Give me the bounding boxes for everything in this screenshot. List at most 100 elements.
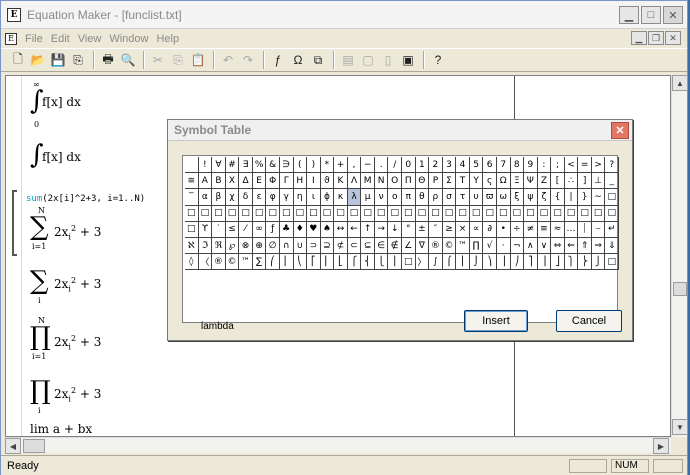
symbol-cell[interactable]: ⎛ <box>266 254 280 271</box>
symbol-cell[interactable]: ⌡ <box>469 254 484 271</box>
symbol-cell[interactable]: ÷ <box>510 221 525 238</box>
symbol-cell[interactable]: ∧ <box>524 238 538 255</box>
doc-minimize-button[interactable]: ▁ <box>631 31 647 45</box>
symbol-cell[interactable]: θ <box>415 189 430 206</box>
symbol-cell[interactable]: ⁄ <box>239 221 253 238</box>
symbol-cell[interactable]: ⎣ <box>334 254 348 271</box>
symbol-cell[interactable]: ℵ <box>185 238 199 255</box>
symbol-cell[interactable]: □ <box>266 205 280 222</box>
symbol-cell[interactable]: ° <box>402 221 416 238</box>
symbol-cell[interactable]: □ <box>456 205 470 222</box>
symbol-cell[interactable]: Θ <box>415 173 430 190</box>
symbol-cell[interactable]: = <box>578 157 592 174</box>
symbol-cell[interactable]: ∉ <box>388 238 402 255</box>
symbol-cell[interactable]: ? <box>605 157 619 174</box>
symbol-cell[interactable]: : <box>537 157 552 174</box>
symbol-cell[interactable]: . <box>374 157 389 174</box>
symbol-cell[interactable]: ⇒ <box>591 238 606 255</box>
symbol-cell[interactable]: η <box>293 189 308 206</box>
symbol-cell[interactable]: } <box>578 189 592 206</box>
symbol-cell[interactable]: 8 <box>510 157 525 174</box>
menu-file[interactable]: File <box>25 33 43 45</box>
paste-icon[interactable]: 📋 <box>189 51 207 69</box>
symbol-cell[interactable]: □ <box>320 205 335 222</box>
symbol-cell[interactable]: & <box>266 157 280 174</box>
symbol-cell[interactable]: # <box>225 157 240 174</box>
symbol-cell[interactable]: ≠ <box>524 221 538 238</box>
doc-restore-button[interactable]: ❐ <box>648 31 664 45</box>
scroll-down-icon[interactable]: ▼ <box>672 419 688 435</box>
menu-edit[interactable]: Edit <box>51 33 70 45</box>
symbol-cell[interactable]: φ <box>266 189 280 206</box>
symbol-cell[interactable]: + <box>334 157 348 174</box>
symbol-cell[interactable]: Τ <box>456 173 470 190</box>
toggle-icon[interactable]: ▣ <box>399 51 417 69</box>
symbol-cell[interactable]: ∠ <box>402 238 416 255</box>
symbol-cell[interactable]: , <box>347 157 362 174</box>
symbol-cell[interactable]: ϒ <box>198 221 213 238</box>
symbol-cell[interactable]: □ <box>347 205 362 222</box>
page2-icon[interactable]: ▯ <box>379 51 397 69</box>
symbol-cell[interactable]: 2 <box>429 157 443 174</box>
symbol-cell[interactable]: ∂ <box>483 221 497 238</box>
symbol-cell[interactable]: Υ <box>469 173 484 190</box>
symbol-cell[interactable]: © <box>442 238 457 255</box>
symbol-cell[interactable]: ⊥ <box>591 173 606 190</box>
symbol-cell[interactable]: ƒ <box>266 221 280 238</box>
symbol-cell[interactable]: ± <box>415 221 430 238</box>
symbol-cell[interactable]: Ι <box>307 173 321 190</box>
menu-view[interactable]: View <box>78 33 102 45</box>
symbol-cell[interactable]: Ο <box>388 173 402 190</box>
symbol-cell[interactable]: λ <box>347 189 362 206</box>
symbol-cell[interactable]: ⇑ <box>578 238 592 255</box>
open-file-icon[interactable]: 📂 <box>29 51 47 69</box>
symbol-cell[interactable]: ⎩ <box>374 254 389 271</box>
symbol-cell[interactable]: % <box>252 157 267 174</box>
symbol-cell[interactable]: ↑ <box>361 221 375 238</box>
symbol-cell[interactable]: ⇔ <box>551 238 565 255</box>
symbol-cell[interactable]: _ <box>605 173 619 190</box>
symbol-cell[interactable]: ∑ <box>252 254 267 271</box>
equation-limit[interactable]: lim a + bx <box>30 422 92 436</box>
function-icon[interactable]: ƒ <box>269 51 287 69</box>
symbol-cell[interactable]: ∩ <box>279 238 294 255</box>
symbol-cell[interactable]: Ν <box>374 173 389 190</box>
symbol-cell[interactable]: Π <box>402 173 416 190</box>
page-icon[interactable]: ▢ <box>359 51 377 69</box>
insert-button[interactable]: Insert <box>464 310 528 332</box>
symbol-grid[interactable]: lambda ! ∀ # ∃% & ∋() * +, −./0 1 2 3 4 5 6 7 8 9:; < = >? ≅ Α… <box>182 155 619 332</box>
symbol-cell[interactable]: ¬ <box>510 238 525 255</box>
symbol-cell[interactable]: ↵ <box>605 221 619 238</box>
symbol-cell[interactable]: □ <box>415 205 430 222</box>
symbol-cell[interactable]: ϕ <box>320 189 335 206</box>
formula-source-text[interactable]: sum(2x[i]^2+3, i=1..N) <box>26 194 145 204</box>
symbol-cell[interactable]: Ξ <box>510 173 525 190</box>
symbol-cell[interactable]: > <box>591 157 606 174</box>
symbol-cell[interactable]: ⎠ <box>510 254 525 271</box>
symbol-cell[interactable]: γ <box>279 189 294 206</box>
symbol-cell[interactable]: / <box>388 157 402 174</box>
symbol-cell[interactable]: 0 <box>402 157 416 174</box>
symbol-cell[interactable]: ⎟ <box>496 254 511 271</box>
symbol-cell[interactable]: ψ <box>524 189 538 206</box>
symbol-cell[interactable]: √ <box>483 238 497 255</box>
symbol-cell[interactable]: → <box>374 221 389 238</box>
symbol-cell[interactable]: ⊄ <box>334 238 348 255</box>
symbol-cell[interactable]: □ <box>591 205 606 222</box>
symbol-cell[interactable]: Κ <box>334 173 348 190</box>
symbol-cell[interactable]: □ <box>198 205 213 222</box>
symbol-cell[interactable]: Β <box>212 173 226 190</box>
symbol-cell[interactable]: □ <box>212 205 226 222</box>
symbol-cell[interactable]: ↓ <box>388 221 402 238</box>
symbol-cell[interactable]: □ <box>605 205 619 222</box>
symbol-cell[interactable]: © <box>225 254 240 271</box>
symbol-cell[interactable]: ⎦ <box>551 254 565 271</box>
symbol-cell[interactable]: ⊇ <box>320 238 335 255</box>
symbol-cell[interactable]: ∼ <box>591 189 606 206</box>
symbol-cell[interactable]: ! <box>198 157 213 174</box>
save-icon[interactable]: 💾 <box>49 51 67 69</box>
symbol-cell[interactable]: 3 <box>442 157 457 174</box>
omega-icon[interactable]: Ω <box>289 51 307 69</box>
symbol-cell[interactable]: ⎧ <box>347 254 362 271</box>
symbol-cell[interactable]: ⊂ <box>347 238 362 255</box>
